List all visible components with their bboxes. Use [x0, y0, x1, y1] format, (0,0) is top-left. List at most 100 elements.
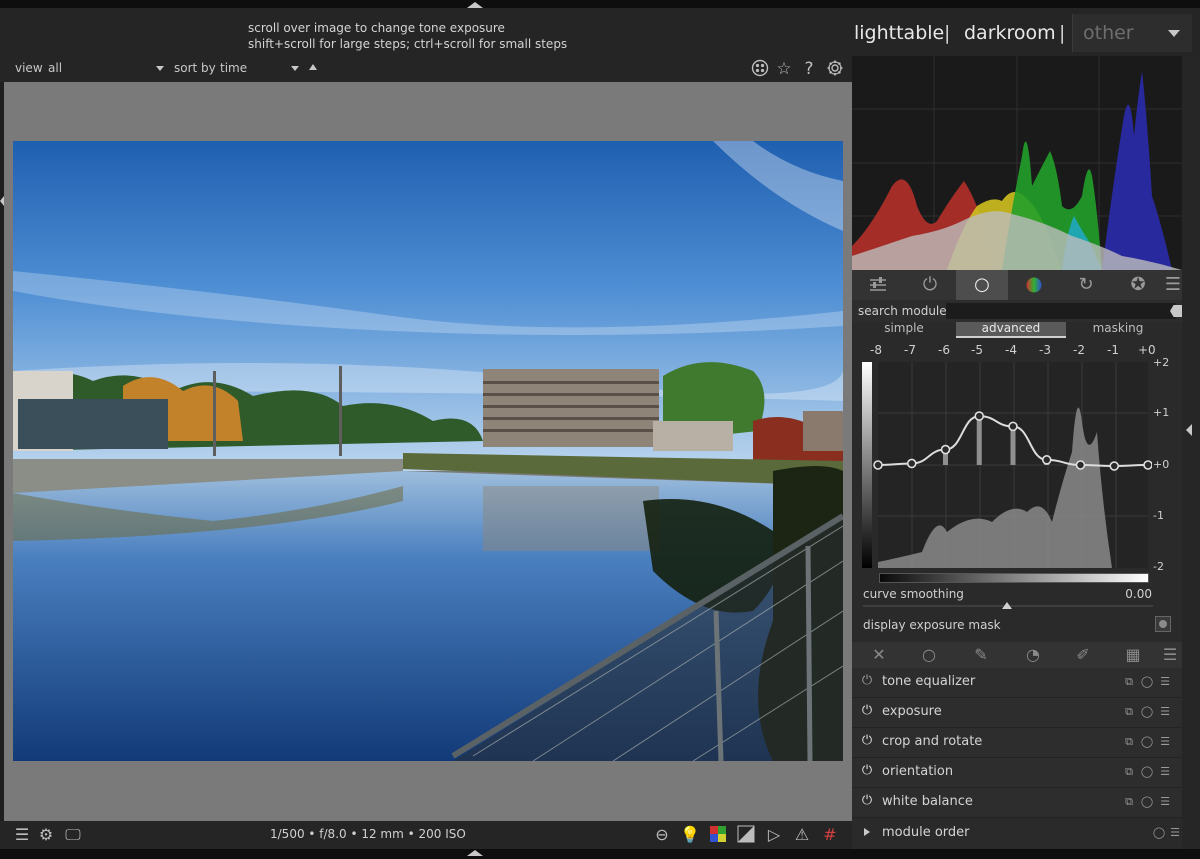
presets-icon[interactable]: ☰ — [1158, 795, 1172, 809]
focus-peaking-icon[interactable]: ⊖ — [652, 825, 672, 845]
color-assessment-icon[interactable] — [708, 825, 728, 845]
slider-handle[interactable] — [1002, 602, 1012, 609]
star-icon[interactable]: ☆ — [774, 59, 794, 79]
module-order-row[interactable]: module order ◯ ☰ — [852, 818, 1182, 848]
search-module-label: search module — [858, 304, 947, 318]
band-node[interactable] — [1041, 455, 1052, 465]
band-node[interactable] — [1143, 460, 1152, 470]
chevron-down-icon[interactable] — [156, 66, 164, 71]
right-panel-scrollbar[interactable] — [1182, 56, 1200, 849]
multi-instance-icon[interactable]: ⧉ — [1122, 705, 1136, 719]
curve-smoothing-slider[interactable]: curve smoothing 0.00 — [852, 586, 1182, 610]
module-group-tabs: ⏻ ○ ↻ ✪ ☰ — [852, 270, 1182, 300]
edited-photo[interactable] — [13, 141, 843, 761]
power-icon[interactable]: ⏻ — [860, 794, 874, 808]
lightbulb-icon[interactable]: 💡 — [680, 825, 700, 845]
presets-icon[interactable]: ☰ — [1158, 735, 1172, 749]
presets-icon[interactable]: ☰ — [1158, 705, 1172, 719]
softproof-icon[interactable] — [736, 825, 756, 845]
y-tick: +1 — [1153, 406, 1170, 419]
sort-by-value[interactable]: time — [220, 61, 247, 75]
multi-instance-icon[interactable]: ⧉ — [1122, 735, 1136, 749]
grouping-icon[interactable] — [750, 59, 770, 79]
ev-tick: -7 — [904, 343, 916, 357]
module-name: crop and rotate — [882, 734, 983, 749]
hamburger-menu-icon[interactable]: ☰ — [1164, 270, 1182, 300]
band-node[interactable] — [974, 411, 985, 421]
blend-off-icon[interactable]: ✕ — [854, 642, 904, 668]
uniform-blend-icon[interactable]: ○ — [904, 642, 954, 668]
color-group-icon[interactable] — [1008, 270, 1060, 300]
power-icon[interactable]: ⏻ — [860, 764, 874, 778]
presets-icon[interactable]: ☰ — [1158, 675, 1172, 689]
parametric-mask-icon[interactable]: ◔ — [1008, 642, 1058, 668]
multi-instance-icon[interactable]: ⧉ — [1122, 675, 1136, 689]
correct-group-icon[interactable]: ↻ — [1060, 270, 1112, 300]
band-node[interactable] — [873, 460, 883, 470]
gamut-check-icon[interactable]: ▷ — [764, 825, 784, 845]
reset-icon[interactable]: ◯ — [1140, 675, 1154, 689]
power-icon[interactable]: ⏻ — [860, 734, 874, 748]
power-icon[interactable]: ⏻ — [860, 674, 874, 688]
tab-masking[interactable]: masking — [1066, 322, 1170, 338]
reset-icon[interactable]: ◯ — [1140, 795, 1154, 809]
power-icon[interactable]: ⏻ — [904, 270, 956, 300]
module-row[interactable]: ⏻ white balance ⧉ ◯ ☰ — [852, 788, 1182, 818]
ev-tick: -5 — [971, 343, 983, 357]
right-panel-toggle-arrow[interactable] — [1186, 424, 1192, 436]
histogram[interactable] — [852, 56, 1182, 270]
header-bar: scroll over image to change tone exposur… — [0, 8, 852, 56]
view-lighttable[interactable]: lighttable — [854, 22, 944, 44]
tone-equalizer-graph[interactable] — [862, 362, 1152, 568]
power-icon[interactable]: ⏻ — [860, 704, 874, 718]
presets-icon[interactable]: ☰ — [1168, 826, 1182, 840]
reset-icon[interactable]: ◯ — [1152, 826, 1166, 840]
help-icon[interactable]: ? — [799, 59, 819, 79]
y-tick: -1 — [1153, 509, 1164, 522]
base-group-circle-icon[interactable]: ○ — [956, 270, 1008, 300]
sort-direction-icon[interactable] — [309, 64, 317, 70]
drawn-parametric-mask-icon[interactable]: ✐ — [1058, 642, 1108, 668]
multi-instance-icon[interactable]: ⧉ — [1122, 765, 1136, 779]
view-filter-value[interactable]: all — [48, 61, 62, 75]
module-row[interactable]: ⏻ exposure ⧉ ◯ ☰ — [852, 698, 1182, 728]
expand-arrow-icon[interactable] — [864, 828, 870, 836]
search-module-input[interactable] — [946, 303, 1176, 319]
band-node[interactable] — [1109, 461, 1120, 471]
second-window-icon[interactable]: 🖵 — [63, 825, 83, 845]
gear-icon[interactable] — [825, 59, 845, 79]
reset-icon[interactable]: ◯ — [1140, 765, 1154, 779]
view-darkroom[interactable]: darkroom — [964, 22, 1056, 44]
module-row[interactable]: ⏻ crop and rotate ⧉ ◯ ☰ — [852, 728, 1182, 758]
band-node[interactable] — [940, 444, 951, 455]
module-row[interactable]: ⏻ orientation ⧉ ◯ ☰ — [852, 758, 1182, 788]
styles-icon[interactable]: ⚙ — [36, 825, 56, 845]
view-other-dropdown[interactable]: other — [1072, 14, 1192, 52]
reset-icon[interactable]: ◯ — [1140, 705, 1154, 719]
hint-text: scroll over image to change tone exposur… — [248, 20, 567, 52]
warning-icon[interactable]: ⚠ — [792, 825, 812, 845]
quick-access-tab-icon[interactable] — [852, 270, 904, 300]
module-row[interactable]: ⏻ tone equalizer ⧉ ◯ ☰ — [852, 668, 1182, 698]
presets-icon[interactable]: ☰ — [1158, 765, 1172, 779]
display-mask-toggle[interactable] — [1155, 616, 1171, 632]
ev-tick: -1 — [1107, 343, 1119, 357]
chevron-down-icon[interactable] — [291, 66, 299, 71]
curve-smoothing-value[interactable]: 0.00 — [1125, 587, 1152, 601]
ev-scale: -8 -7 -6 -5 -4 -3 -2 -1 +0 — [852, 343, 1182, 359]
hamburger-menu-icon[interactable]: ☰ — [12, 825, 32, 845]
multi-instance-icon[interactable]: ⧉ — [1122, 795, 1136, 809]
hamburger-menu-icon[interactable]: ☰ — [1158, 642, 1182, 668]
effect-group-icon[interactable]: ✪ — [1112, 270, 1164, 300]
band-node[interactable] — [1075, 460, 1086, 470]
filter-bar: view all sort by time ☆ ? — [0, 56, 852, 82]
band-node[interactable] — [1008, 421, 1018, 432]
tab-simple[interactable]: simple — [852, 322, 956, 338]
guides-icon[interactable]: # — [820, 825, 840, 845]
bottom-panel-toggle-arrow[interactable] — [467, 850, 483, 856]
tab-advanced[interactable]: advanced — [956, 322, 1066, 338]
reset-icon[interactable]: ◯ — [1140, 735, 1154, 749]
band-node[interactable] — [906, 458, 917, 469]
raster-mask-icon[interactable]: ▦ — [1108, 642, 1158, 668]
drawn-mask-icon[interactable]: ✎ — [956, 642, 1006, 668]
